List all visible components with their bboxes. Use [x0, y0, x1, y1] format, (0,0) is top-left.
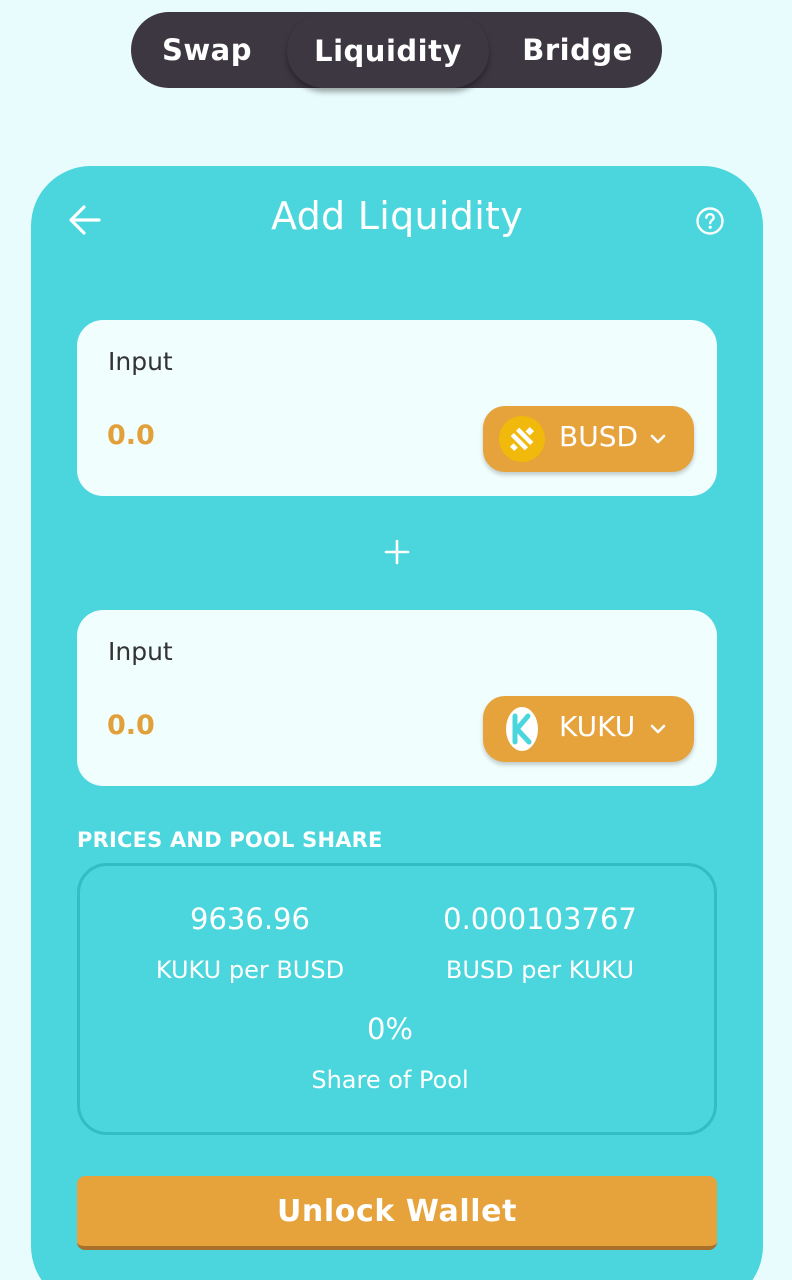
tab-bridge[interactable]: Bridge: [493, 12, 662, 88]
chevron-down-icon: [650, 724, 666, 734]
input-label: Input: [108, 347, 173, 376]
page-title: Add Liquidity: [270, 194, 524, 238]
tab-swap[interactable]: Swap: [131, 12, 283, 88]
share-label: Share of Pool: [311, 1066, 469, 1094]
question-circle-icon[interactable]: [695, 206, 725, 236]
price-kuku-per-busd: 9636.96 KUKU per BUSD: [120, 902, 380, 984]
page: Swap Liquidity Bridge Add Liquidity Inpu…: [0, 0, 792, 1280]
token-select-kuku[interactable]: KUKU: [483, 696, 694, 762]
amount-input-a[interactable]: 0.0: [107, 420, 407, 451]
prices-section-label: PRICES AND POOL SHARE: [77, 828, 383, 852]
token-input-panel-a: Input 0.0 BUSD: [77, 320, 717, 496]
input-label: Input: [108, 637, 173, 666]
price-value: 9636.96: [190, 902, 310, 936]
tab-liquidity[interactable]: Liquidity: [287, 14, 489, 88]
top-nav: Swap Liquidity Bridge: [131, 12, 662, 88]
token-input-panel-b: Input 0.0 KUKU: [77, 610, 717, 786]
unlock-wallet-button[interactable]: Unlock Wallet: [77, 1176, 717, 1250]
add-liquidity-card: Add Liquidity Input 0.0 BUSD Input 0.0 K…: [31, 166, 763, 1280]
plus-icon: [384, 539, 410, 565]
amount-input-b[interactable]: 0.0: [107, 710, 407, 741]
share-value: 0%: [366, 1012, 413, 1046]
kuku-logo-icon: [506, 707, 538, 751]
price-busd-per-kuku: 0.000103767 BUSD per KUKU: [410, 902, 670, 984]
price-label: KUKU per BUSD: [155, 956, 345, 984]
chevron-down-icon: [650, 434, 666, 444]
token-select-busd[interactable]: BUSD: [483, 406, 694, 472]
prices-pool-share-panel: 9636.96 KUKU per BUSD 0.000103767 BUSD p…: [77, 863, 717, 1135]
price-value: 0.000103767: [443, 902, 637, 936]
share-of-pool: 0% Share of Pool: [240, 1012, 540, 1094]
price-label: BUSD per KUKU: [445, 956, 635, 984]
token-symbol: BUSD: [559, 420, 639, 453]
token-symbol: KUKU: [559, 710, 636, 743]
busd-logo-icon: [499, 416, 545, 462]
